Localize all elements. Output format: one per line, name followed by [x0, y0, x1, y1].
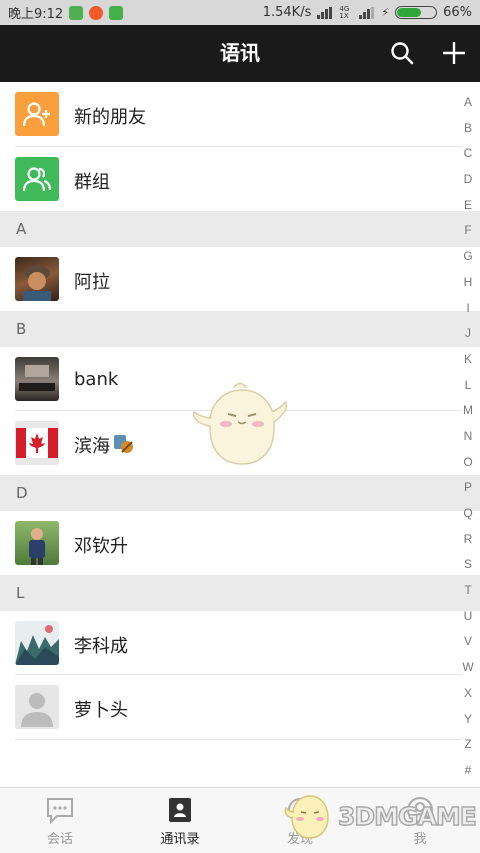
tab-label: 会话: [46, 832, 73, 847]
contact-row[interactable]: 萝卜头: [0, 675, 462, 740]
avatar: [15, 521, 59, 565]
section-header-a: A: [0, 211, 480, 247]
index-letter[interactable]: L: [465, 373, 472, 399]
groups-item[interactable]: 群组: [0, 147, 462, 211]
index-letter[interactable]: E: [464, 193, 472, 219]
app-notification-icon: [89, 5, 104, 20]
index-letter[interactable]: J: [465, 321, 471, 347]
charging-icon: ⚡: [381, 6, 390, 19]
signal-icon: [317, 6, 333, 19]
index-letter[interactable]: O: [463, 450, 472, 476]
index-letter[interactable]: R: [464, 527, 473, 553]
contacts-icon: [169, 798, 191, 822]
add-button[interactable]: [436, 35, 472, 71]
index-letter[interactable]: I: [466, 296, 469, 322]
index-letter[interactable]: Y: [464, 707, 472, 733]
index-letter[interactable]: T: [464, 578, 471, 604]
contact-name: 邓钦升: [74, 536, 128, 557]
index-letter[interactable]: Z: [464, 732, 471, 758]
status-bar: 晚上9:12 1.54K/s 4G 1X ⚡ 66%: [0, 0, 480, 25]
contact-row[interactable]: 李科成: [0, 611, 462, 675]
network-speed: 1.54K/s: [262, 5, 312, 20]
contact-row[interactable]: 邓钦升: [0, 511, 462, 575]
signal-icon: [359, 6, 375, 19]
tab-contacts[interactable]: 通讯录: [120, 788, 240, 853]
index-letter[interactable]: W: [462, 655, 473, 681]
avatar: [15, 257, 59, 301]
index-letter[interactable]: A: [464, 90, 472, 116]
network-type: 4G 1X: [339, 4, 350, 20]
index-letter[interactable]: Q: [463, 501, 472, 527]
contact-name: 阿拉: [74, 272, 110, 293]
index-letter[interactable]: S: [464, 552, 472, 578]
index-letter[interactable]: U: [464, 604, 473, 630]
watermark: 3DMGAME: [284, 792, 478, 840]
index-letter[interactable]: K: [464, 347, 472, 373]
divider: [15, 739, 462, 740]
search-button[interactable]: [384, 35, 420, 71]
mascot-watermark: [192, 382, 288, 465]
contact-name: bank: [74, 369, 119, 390]
emoji-icon: [114, 435, 133, 453]
avatar: [15, 421, 59, 465]
index-letter[interactable]: H: [464, 270, 473, 296]
battery-percent: 66%: [443, 5, 472, 20]
avatar: [15, 357, 59, 401]
new-friends-item[interactable]: 新的朋友: [0, 82, 462, 147]
index-letter[interactable]: F: [464, 218, 471, 244]
index-letter[interactable]: D: [464, 167, 473, 193]
tab-chats[interactable]: 会话: [0, 788, 120, 853]
index-letter[interactable]: #: [465, 758, 472, 784]
watermark-mascot-icon: [284, 795, 329, 839]
watermark-text: 3DMGAME: [337, 801, 477, 832]
contact-name: 萝卜头: [74, 700, 128, 721]
avatar: [15, 621, 59, 665]
index-letter[interactable]: P: [464, 475, 472, 501]
tab-label: 通讯录: [160, 832, 200, 847]
new-friends-label: 新的朋友: [74, 107, 146, 128]
index-letter[interactable]: M: [463, 398, 473, 424]
section-header-l: L: [0, 575, 480, 611]
groups-label: 群组: [74, 172, 110, 193]
status-time: 晚上9:12: [8, 7, 64, 22]
contact-name: 李科成: [74, 636, 128, 657]
contact-name: 滨海: [74, 436, 110, 457]
index-letter[interactable]: B: [464, 116, 472, 142]
section-header-d: D: [0, 475, 480, 511]
alphabet-index-bar[interactable]: A B C D E F G H I J K L M N O P Q R S T U V W X Y Z #: [456, 90, 480, 784]
app-notification-icon: [69, 5, 84, 20]
group-icon: [15, 157, 59, 201]
search-icon: [391, 42, 414, 65]
battery-icon: [395, 6, 438, 19]
add-friend-icon: [15, 92, 59, 136]
index-letter[interactable]: G: [463, 244, 472, 270]
index-letter[interactable]: X: [464, 681, 472, 707]
contact-row[interactable]: 阿拉: [0, 247, 462, 311]
index-letter[interactable]: N: [464, 424, 473, 450]
default-avatar-icon: [15, 685, 59, 729]
index-letter[interactable]: C: [464, 141, 473, 167]
index-letter[interactable]: V: [464, 629, 472, 655]
plus-icon: [443, 42, 465, 64]
app-notification-icon: [109, 5, 124, 20]
chat-icon: [47, 798, 73, 824]
section-header-b: B: [0, 311, 480, 347]
top-bar: 语讯: [0, 25, 480, 82]
